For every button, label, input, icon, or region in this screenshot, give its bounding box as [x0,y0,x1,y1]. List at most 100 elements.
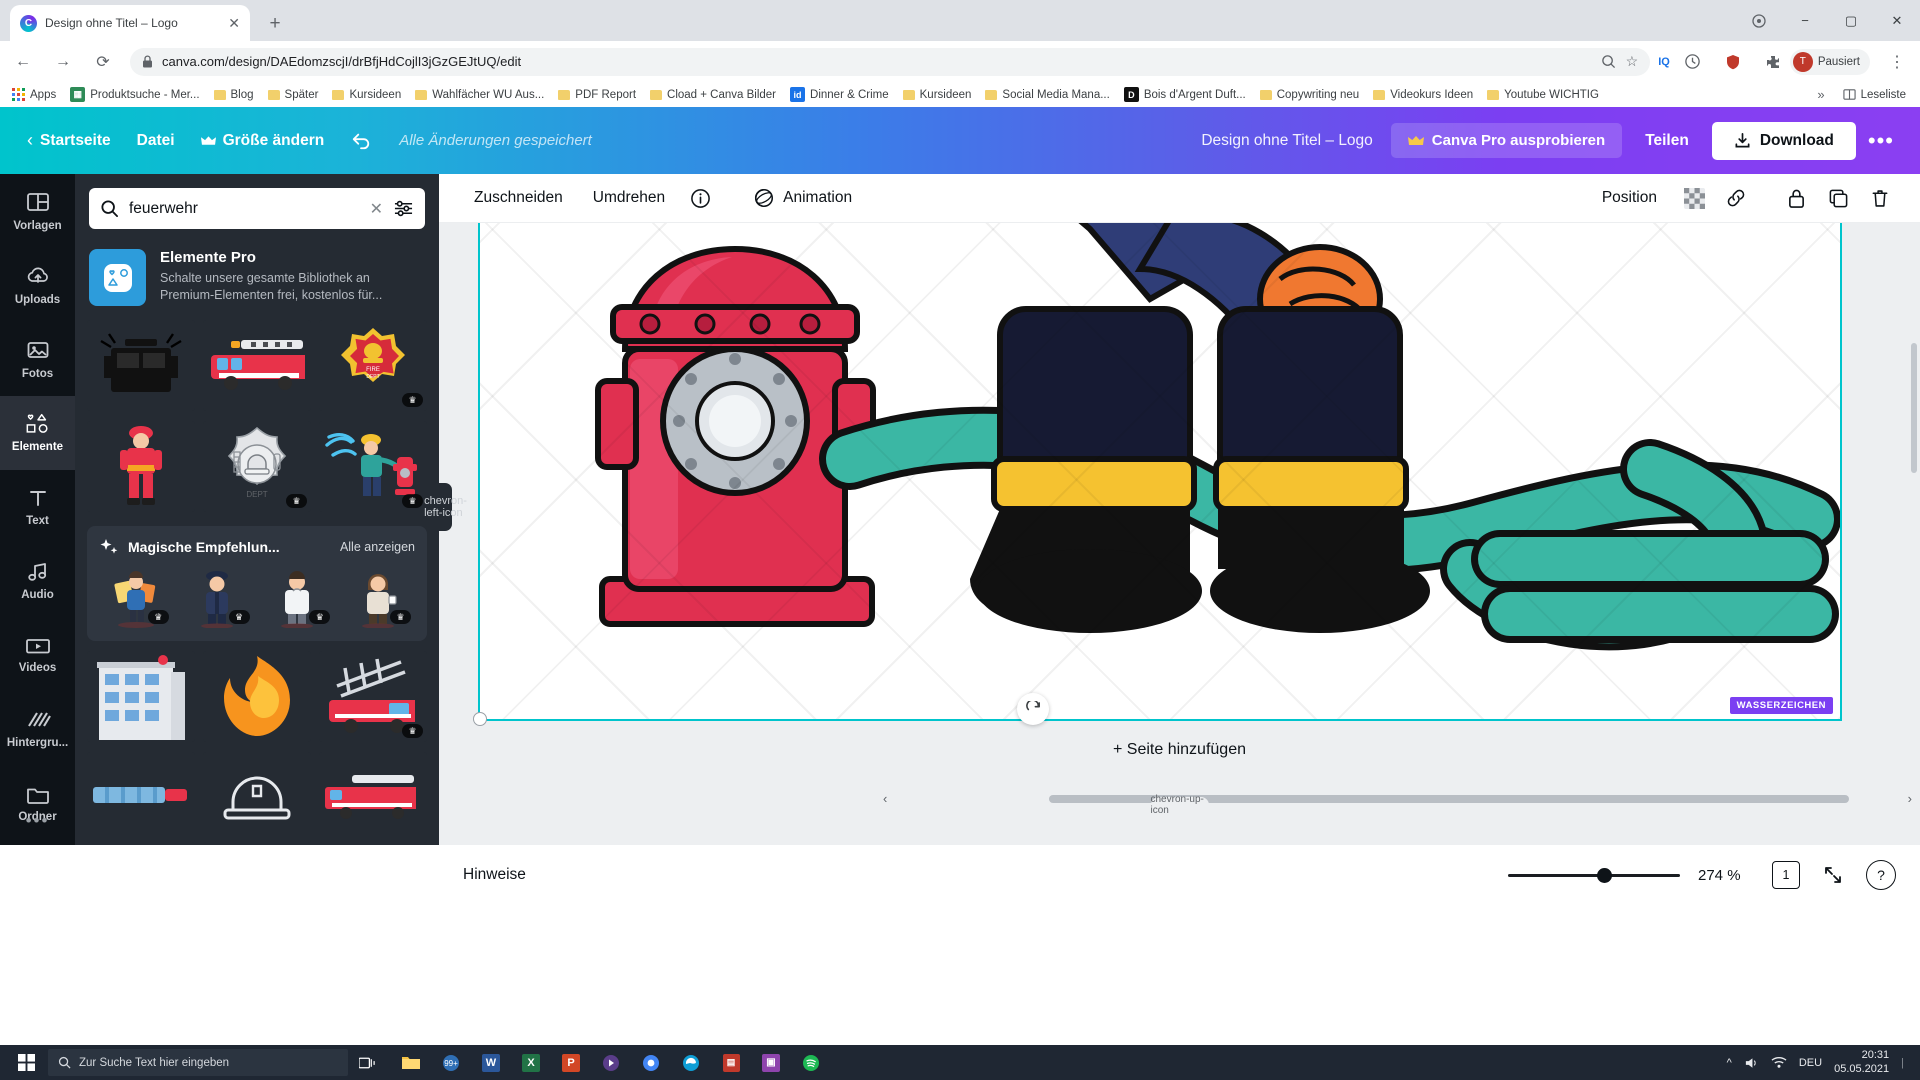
element-thumb[interactable]: ♛ [319,651,427,742]
magic-item[interactable]: ♛ [341,566,415,628]
extension-icon[interactable] [1736,0,1782,41]
link-icon[interactable] [1718,182,1754,214]
share-button[interactable]: Teilen [1628,123,1706,159]
browser-tab[interactable]: C Design ohne Titel – Logo ✕ [10,5,250,41]
sidebar-item-elemente[interactable]: Elemente [0,396,75,470]
tray-chevron-icon[interactable]: ^ [1727,1057,1732,1069]
canva-pro-button[interactable]: Canva Pro ausprobieren [1390,123,1623,158]
search-input[interactable]: feuerwehr [129,200,360,218]
maximize-button[interactable]: ▢ [1828,0,1874,41]
address-bar[interactable]: canva.com/design/DAEdomzscjI/drBfjHdCojl… [130,47,1651,76]
bookmark-item[interactable]: id Dinner & Crime [784,85,895,104]
bookmark-item[interactable]: Youtube WICHTIG [1481,87,1605,103]
new-tab-button[interactable]: + [262,11,288,37]
reading-list-button[interactable]: Leseliste [1835,88,1914,101]
minimize-button[interactable]: − [1782,0,1828,41]
sidebar-item-uploads[interactable]: Uploads [0,248,75,322]
magic-item[interactable]: ♛ [261,566,335,628]
page-count-button[interactable]: 1 [1772,861,1800,889]
profile-chip[interactable]: T Pausiert [1789,48,1870,75]
forward-icon[interactable]: → [46,45,80,79]
sidebar-item-vorlagen[interactable]: Vorlagen [0,174,75,248]
rotate-button[interactable] [1017,693,1049,725]
bookmark-item[interactable]: Blog [208,87,260,103]
windows-start-button[interactable] [6,1045,46,1080]
sidebar-item-videos[interactable]: Videos [0,618,75,692]
element-thumb[interactable]: FIRE DEPT ♛ [319,320,427,411]
magic-see-all-link[interactable]: Alle anzeigen [340,540,415,554]
duplicate-copy-icon[interactable] [1820,182,1856,214]
edge-icon[interactable] [672,1045,710,1080]
taskbar-clock[interactable]: 20:31 05.05.2021 [1834,1049,1889,1077]
selection-handle[interactable] [473,712,487,726]
info-circle-icon[interactable] [682,182,718,214]
ublock-icon[interactable] [1716,45,1750,79]
flip-button[interactable]: Umdrehen [580,182,678,214]
back-icon[interactable]: ← [6,45,40,79]
undo-button[interactable] [337,124,385,158]
transparency-checkerboard-icon[interactable] [1676,182,1712,214]
bookmark-item[interactable]: Kursideen [897,87,978,103]
scroll-right-icon[interactable]: › [1908,791,1912,806]
element-thumb[interactable] [319,752,427,843]
home-button[interactable]: ‹ Startseite [14,123,124,158]
magic-item[interactable]: ♛ [180,566,254,628]
iq-badge[interactable]: IQ [1658,56,1670,68]
resize-button[interactable]: Größe ändern [188,125,338,157]
powerpoint-icon[interactable]: P [552,1045,590,1080]
help-button[interactable]: ? [1866,860,1896,890]
sidebar-item-text[interactable]: Text [0,470,75,544]
file-explorer-icon[interactable] [392,1045,430,1080]
bookmark-item[interactable]: Wahlfächer WU Aus... [409,87,550,103]
reload-icon[interactable]: ⟳ [86,45,120,79]
elements-pro-promo[interactable]: Elemente Pro Schalte unsere gesamte Bibl… [85,245,429,310]
bookmark-star-icon[interactable]: ☆ [1626,53,1639,70]
vertical-scrollbar[interactable] [1911,343,1917,473]
expand-arrows-icon[interactable] [1818,860,1848,890]
sidebar-item-fotos[interactable]: Fotos [0,322,75,396]
show-desktop-button[interactable]: | [1901,1057,1904,1069]
horizontal-scrollbar[interactable] [894,795,1904,803]
panel-collapse-button[interactable]: chevron-left-icon [424,483,467,531]
position-button[interactable]: Position [1589,182,1670,214]
taskbar-search-box[interactable]: Zur Suche Text hier eingeben [48,1049,348,1076]
scroll-left-icon[interactable]: ‹ [883,791,887,806]
sync-icon[interactable] [1676,45,1710,79]
media-player-icon[interactable] [592,1045,630,1080]
bookmark-item[interactable]: Kursideen [326,87,407,103]
bookmark-item[interactable]: Cload + Canva Bilder [644,87,782,103]
sidebar-more-button[interactable]: ••• [0,811,75,831]
excel-icon[interactable]: X [512,1045,550,1080]
animation-button[interactable]: Animation [740,180,865,216]
file-menu-button[interactable]: Datei [124,125,188,157]
element-thumb[interactable] [87,421,195,512]
zoom-slider[interactable] [1508,867,1680,883]
lock-icon[interactable] [1778,182,1814,214]
zoom-slider-knob[interactable] [1597,867,1612,883]
sidebar-item-audio[interactable]: Audio [0,544,75,618]
chrome-menu-icon[interactable]: ⋮ [1880,45,1914,79]
element-thumb[interactable] [203,752,311,843]
element-thumb[interactable] [87,320,195,411]
canvas-area[interactable]: WASSERZEICHEN + Seite hinzufügen ‹ › che… [439,223,1920,845]
bookmarks-overflow-icon[interactable]: » [1809,87,1832,102]
bookmark-item[interactable]: Später [262,87,325,103]
bookmark-item[interactable]: D Bois d'Argent Duft... [1118,85,1252,104]
pdf-icon[interactable]: ▤ [712,1045,750,1080]
design-title[interactable]: Design ohne Titel – Logo [1201,132,1372,150]
bookmark-apps[interactable]: Apps [6,86,62,103]
chrome-icon[interactable] [632,1045,670,1080]
element-thumb[interactable]: ♛ [319,421,427,512]
close-window-button[interactable]: ✕ [1874,0,1920,41]
elements-search-box[interactable]: feuerwehr ✕ [89,188,425,229]
design-page[interactable]: WASSERZEICHEN [478,223,1842,721]
word-icon[interactable]: W [472,1045,510,1080]
tab-close-icon[interactable]: ✕ [228,16,240,30]
sidebar-item-hintergrund[interactable]: Hintergru... [0,692,75,766]
photos-icon[interactable]: ▣ [752,1045,790,1080]
bookmark-item[interactable]: ▦ Produktsuche - Mer... [64,85,205,104]
element-thumb[interactable] [203,651,311,742]
bookmark-item[interactable]: PDF Report [552,87,642,103]
magic-item[interactable]: ♛ [99,566,173,628]
element-thumb[interactable] [203,320,311,411]
